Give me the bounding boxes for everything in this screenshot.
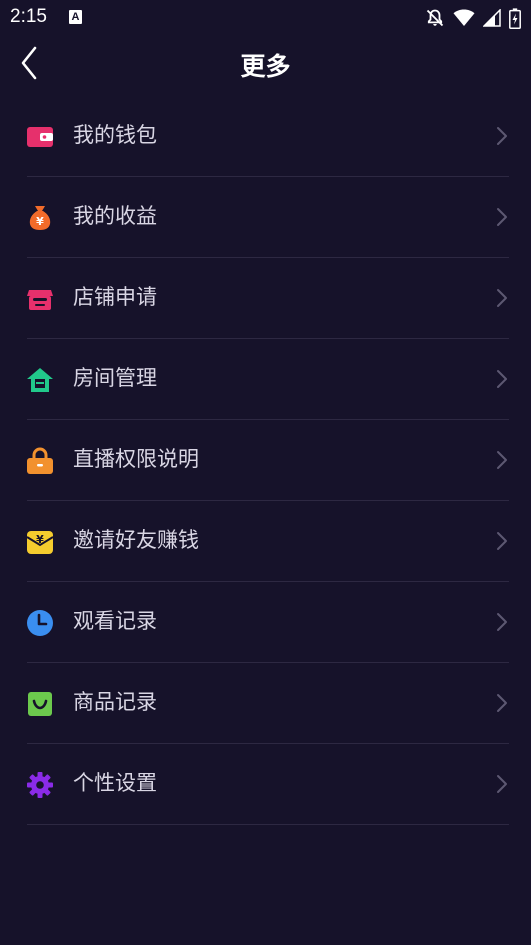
shopping-bag-icon <box>26 690 54 718</box>
status-icons <box>425 7 521 29</box>
menu-item-label: 店铺申请 <box>73 285 157 309</box>
menu-item-label: 直播权限说明 <box>73 447 199 471</box>
header: 更多 <box>0 36 531 92</box>
menu-item-label: 我的收益 <box>73 204 157 228</box>
chevron-right-icon <box>497 451 507 469</box>
menu-item-label: 邀请好友赚钱 <box>73 528 199 552</box>
battery-charging-icon <box>509 7 521 29</box>
menu-item-shop-application[interactable]: 店铺申请 <box>0 258 531 339</box>
invite-money-icon: ¥ <box>26 528 54 556</box>
chevron-right-icon <box>497 775 507 793</box>
wifi-icon <box>453 9 475 26</box>
chevron-right-icon <box>497 127 507 145</box>
lock-icon <box>26 447 54 475</box>
menu-item-product-history[interactable]: 商品记录 <box>0 663 531 744</box>
menu-item-label: 商品记录 <box>73 690 157 714</box>
bell-off-icon <box>426 9 444 27</box>
menu-item-label: 房间管理 <box>73 366 157 390</box>
shop-icon <box>26 285 54 313</box>
chevron-right-icon <box>497 289 507 307</box>
menu-item-personal-settings[interactable]: 个性设置 <box>0 744 531 825</box>
chevron-right-icon <box>497 532 507 550</box>
chevron-right-icon <box>497 370 507 388</box>
svg-text:¥: ¥ <box>36 533 44 546</box>
menu-item-label: 个性设置 <box>73 771 157 795</box>
menu-item-wallet[interactable]: 我的钱包 <box>0 96 531 177</box>
menu-item-watch-history[interactable]: 观看记录 <box>0 582 531 663</box>
status-bar: 2:15 A <box>0 0 531 36</box>
menu-item-label: 我的钱包 <box>73 123 157 147</box>
house-icon <box>26 366 54 394</box>
chevron-right-icon <box>497 613 507 631</box>
menu-item-label: 观看记录 <box>73 609 157 633</box>
svg-text:¥: ¥ <box>36 215 44 228</box>
signal-icon <box>483 9 501 27</box>
notification-icon: A <box>69 10 82 24</box>
page-title: 更多 <box>240 52 291 81</box>
menu-list: 我的钱包 ¥ 我的收益 店铺申请 房间管理 直播权限说明 ¥ 邀请好友赚钱 观看… <box>0 96 531 825</box>
wallet-icon <box>26 123 54 151</box>
gear-icon <box>26 771 54 799</box>
chevron-right-icon <box>497 208 507 226</box>
clock-icon <box>26 609 54 637</box>
chevron-right-icon <box>497 694 507 712</box>
menu-item-room-management[interactable]: 房间管理 <box>0 339 531 420</box>
money-bag-icon: ¥ <box>26 204 54 232</box>
menu-item-live-permission[interactable]: 直播权限说明 <box>0 420 531 501</box>
divider <box>27 824 509 825</box>
menu-item-earnings[interactable]: ¥ 我的收益 <box>0 177 531 258</box>
menu-item-invite-friends[interactable]: ¥ 邀请好友赚钱 <box>0 501 531 582</box>
status-time: 2:15 <box>10 6 47 27</box>
